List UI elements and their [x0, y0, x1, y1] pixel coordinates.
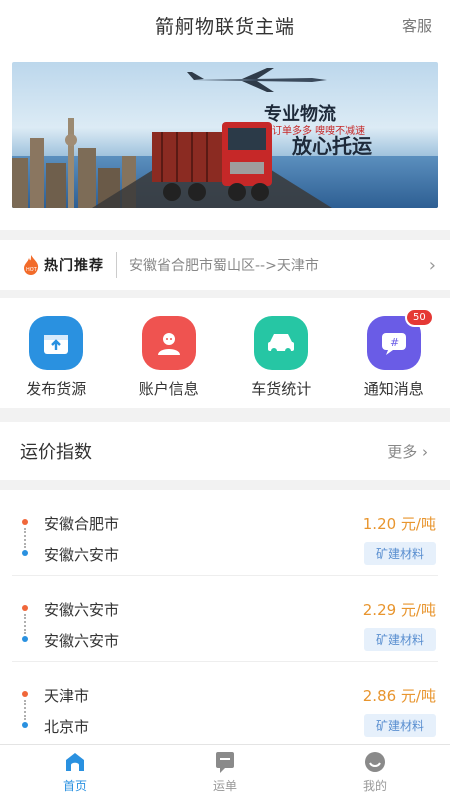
hot-route-text: 安徽省合肥市蜀山区-->天津市	[129, 258, 319, 274]
origin-city: 安徽六安市	[44, 601, 120, 619]
account-icon	[141, 316, 196, 370]
svg-text:#: #	[390, 336, 399, 349]
origin-dot-icon	[22, 519, 28, 525]
tab-home[interactable]: 首页	[0, 745, 150, 800]
origin-city: 安徽合肥市	[44, 515, 120, 533]
more-link[interactable]: 更多 ›	[387, 441, 428, 462]
grid-item-account[interactable]: 账户信息	[113, 298, 226, 408]
banner-container: 专业物流 订单多多 嗖嗖不减速 放心托运	[0, 50, 450, 230]
origin-city: 天津市	[44, 687, 90, 705]
route-line	[24, 528, 26, 548]
hot-recommend-bar[interactable]: HOT 热门推荐 安徽省合肥市蜀山区-->天津市 ›	[0, 240, 450, 290]
hot-recommend-badge: HOT 热门推荐	[22, 255, 104, 275]
divider	[116, 252, 117, 278]
airplane-image	[187, 68, 327, 92]
grid-label-stats: 车货统计	[251, 380, 312, 398]
tab-label-home: 首页	[62, 779, 87, 793]
app-title: 箭舸物联货主端	[154, 15, 295, 38]
grid-item-notify[interactable]: # 50 通知消息	[338, 298, 450, 408]
app-header: 箭舸物联货主端 客服	[0, 0, 450, 50]
destination-city: 北京市	[44, 718, 90, 736]
list-item[interactable]: 安徽六安市 安徽六安市 2.29 元/吨 矿建材料	[12, 576, 438, 662]
waybill-icon	[216, 752, 234, 773]
cargo-tag: 矿建材料	[363, 714, 436, 737]
promo-banner[interactable]: 专业物流 订单多多 嗖嗖不减速 放心托运	[12, 62, 438, 208]
destination-dot-icon	[22, 722, 28, 728]
price-value: 2.29 元/吨	[362, 601, 436, 619]
route-line	[24, 700, 26, 720]
grid-item-stats[interactable]: 车货统计	[225, 298, 338, 408]
bottom-tab-bar: 首页 运单 我的	[0, 744, 450, 800]
grid-label-account: 账户信息	[138, 380, 199, 398]
notification-count-badge: 50	[405, 308, 434, 327]
price-value: 2.86 元/吨	[362, 687, 436, 705]
origin-dot-icon	[22, 605, 28, 611]
flame-icon: HOT	[24, 255, 39, 275]
grid-label-notify: 通知消息	[363, 380, 424, 398]
price-index-title: 运价指数	[20, 442, 92, 463]
destination-city: 安徽六安市	[44, 546, 120, 564]
list-item[interactable]: 安徽合肥市 安徽六安市 1.20 元/吨 矿建材料	[12, 490, 438, 576]
tab-waybill[interactable]: 运单	[150, 745, 300, 800]
publish-icon	[29, 316, 84, 370]
profile-icon	[365, 752, 385, 772]
destination-city: 安徽六安市	[44, 632, 120, 650]
tab-label-profile: 我的	[362, 779, 387, 793]
customer-service-link[interactable]: 客服	[402, 15, 432, 36]
destination-dot-icon	[22, 550, 28, 556]
grid-label-publish: 发布货源	[26, 380, 87, 398]
quick-action-grid: 发布货源 账户信息 车货统计 # 50 通知消息	[0, 298, 450, 408]
tab-label-waybill: 运单	[212, 779, 237, 793]
tab-profile[interactable]: 我的	[300, 745, 450, 800]
price-index-header: 运价指数 更多 ›	[0, 422, 450, 480]
origin-dot-icon	[22, 691, 28, 697]
cargo-tag: 矿建材料	[363, 542, 436, 565]
banner-slogan-second: 放心托运	[292, 134, 372, 158]
destination-dot-icon	[22, 636, 28, 642]
list-item[interactable]: 天津市 北京市 2.86 元/吨 矿建材料	[12, 662, 438, 748]
route-line	[24, 614, 26, 634]
truck-image	[152, 122, 272, 201]
svg-text:HOT: HOT	[26, 267, 38, 273]
price-value: 1.20 元/吨	[362, 515, 436, 533]
cargo-tag: 矿建材料	[363, 628, 436, 651]
truck-stats-icon	[254, 316, 309, 370]
hot-recommend-label: 热门推荐	[44, 258, 104, 274]
chevron-right-icon: ›	[428, 254, 436, 276]
price-index-list: 安徽合肥市 安徽六安市 1.20 元/吨 矿建材料 安徽六安市 安徽六安市 2.…	[0, 490, 450, 748]
home-icon	[66, 753, 84, 771]
grid-item-publish[interactable]: 发布货源	[0, 298, 113, 408]
